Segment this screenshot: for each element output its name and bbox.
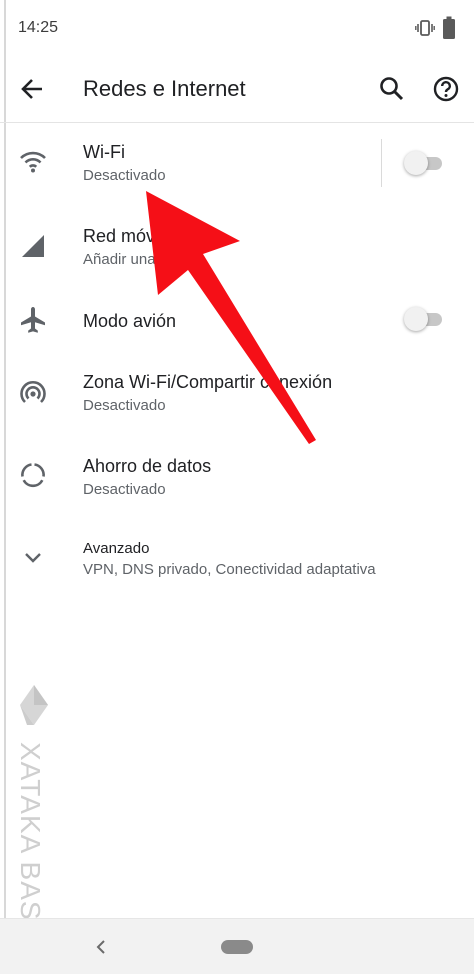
wifi-toggle-divider	[381, 139, 382, 187]
back-arrow-icon	[21, 79, 42, 99]
toggle-thumb	[404, 307, 428, 331]
wifi-icon	[20, 151, 46, 173]
help-button[interactable]	[430, 73, 462, 105]
page-title: Redes e Internet	[83, 76, 246, 101]
back-button[interactable]	[16, 73, 48, 105]
settings-item-advanced[interactable]: Avanzado VPN, DNS privado, Conectividad …	[0, 525, 474, 605]
item-summary: Añadir una red	[83, 251, 182, 268]
cell-signal-icon	[22, 235, 44, 257]
item-title: Wi-Fi	[83, 142, 125, 162]
item-summary: Desactivado	[83, 167, 166, 184]
nav-home-pill[interactable]	[221, 940, 253, 954]
search-icon	[380, 77, 404, 101]
status-time: 14:25	[18, 19, 59, 36]
app-bar: Redes e Internet	[0, 56, 474, 123]
item-summary: Desactivado	[83, 397, 166, 414]
item-summary: Desactivado	[83, 481, 166, 498]
airplane-icon	[21, 307, 45, 333]
item-title: Ahorro de datos	[83, 456, 212, 476]
navigation-bar	[0, 918, 474, 974]
item-summary: VPN, DNS privado, Conectividad adaptativ…	[83, 561, 376, 578]
search-button[interactable]	[376, 73, 408, 105]
vibrate-icon	[415, 20, 435, 36]
item-title: Modo avión	[83, 311, 177, 331]
status-bar: 14:25	[0, 0, 474, 56]
help-icon	[433, 76, 459, 102]
data-saver-icon	[21, 463, 45, 488]
chevron-down-icon	[25, 553, 41, 563]
item-title: Red móvil	[83, 226, 164, 246]
nav-back-icon[interactable]	[93, 935, 109, 959]
hotspot-icon	[20, 380, 46, 403]
xataka-logo-icon	[20, 685, 48, 725]
settings-item-wifi[interactable]: Wi-Fi Desactivado	[0, 123, 474, 203]
settings-item-mobile-network[interactable]: Red móvil Añadir una red	[0, 206, 474, 286]
item-title: Avanzado	[83, 540, 150, 557]
settings-item-hotspot[interactable]: Zona Wi-Fi/Compartir conexión Desactivad…	[0, 356, 474, 436]
settings-screen: 14:25 Redes e Internet Wi-Fi Desactivado…	[0, 0, 474, 974]
item-title: Zona Wi-Fi/Compartir conexión	[83, 372, 333, 392]
settings-item-data-saver[interactable]: Ahorro de datos Desactivado	[0, 440, 474, 520]
settings-item-airplane-mode[interactable]: Modo avión	[0, 289, 474, 355]
toggle-thumb	[404, 151, 428, 175]
wifi-toggle[interactable]	[404, 151, 444, 175]
airplane-mode-toggle[interactable]	[404, 307, 444, 331]
battery-icon	[443, 16, 455, 39]
